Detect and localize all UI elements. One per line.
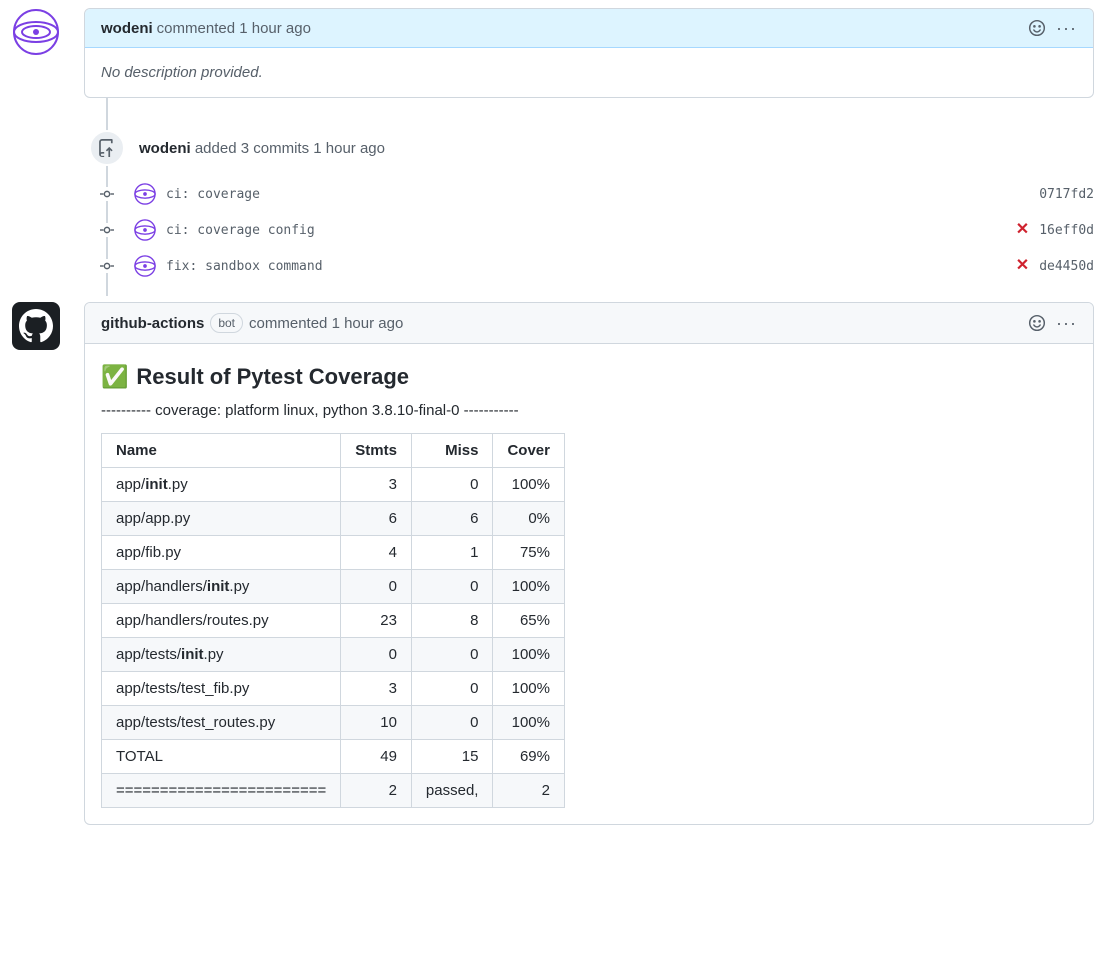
comment-body: ✅ Result of Pytest Coverage ---------- c…: [85, 344, 1093, 824]
cell-miss: 0: [411, 672, 493, 706]
comment-author[interactable]: github-actions: [101, 315, 204, 332]
cell-miss: 0: [411, 570, 493, 604]
cell-stmts: 6: [341, 502, 412, 536]
cell-name: app/handlers/init.py: [102, 570, 341, 604]
cell-name: TOTAL: [102, 740, 341, 774]
event-time: 1 hour ago: [313, 140, 385, 157]
commit-sha[interactable]: 16eff0d: [1039, 223, 1094, 238]
avatar[interactable]: [12, 8, 60, 56]
comment-meta: commented 1 hour ago: [249, 315, 403, 332]
status-fail-icon[interactable]: ✕: [1016, 222, 1029, 238]
coverage-table: Name Stmts Miss Cover app/init.py30100%a…: [101, 433, 565, 808]
cell-stmts: 2: [341, 774, 412, 808]
table-row: app/handlers/routes.py23865%: [102, 604, 565, 638]
cell-miss: 0: [411, 706, 493, 740]
comment-box: wodeni commented 1 hour ago ··· No descr: [84, 8, 1094, 98]
commit-message[interactable]: ci: coverage config: [166, 223, 315, 238]
no-description-text: No description provided.: [101, 64, 263, 81]
check-icon: ✅: [101, 364, 128, 390]
commit-sha[interactable]: de4450d: [1039, 259, 1094, 274]
cell-cover: 65%: [493, 604, 565, 638]
table-row: app/fib.py4175%: [102, 536, 565, 570]
commit-row: ci: coverage 0717fd2: [84, 176, 1094, 212]
cell-miss: passed,: [411, 774, 493, 808]
table-row: app/handlers/init.py00100%: [102, 570, 565, 604]
cell-cover: 69%: [493, 740, 565, 774]
kebab-icon[interactable]: ···: [1056, 314, 1077, 332]
coverage-title: ✅ Result of Pytest Coverage: [101, 364, 1077, 390]
table-row: app/tests/test_fib.py30100%: [102, 672, 565, 706]
cell-cover: 0%: [493, 502, 565, 536]
coverage-caption: ---------- coverage: platform linux, pyt…: [101, 402, 1077, 419]
cell-stmts: 23: [341, 604, 412, 638]
table-row: app/init.py30100%: [102, 468, 565, 502]
cell-cover: 75%: [493, 536, 565, 570]
cell-cover: 100%: [493, 468, 565, 502]
cell-miss: 0: [411, 468, 493, 502]
kebab-icon[interactable]: ···: [1056, 19, 1077, 37]
commit-avatar[interactable]: [134, 219, 156, 241]
table-row: TOTAL491569%: [102, 740, 565, 774]
cell-cover: 100%: [493, 706, 565, 740]
cell-name: ========================: [102, 774, 341, 808]
table-row: app/tests/test_routes.py100100%: [102, 706, 565, 740]
table-row: app/app.py660%: [102, 502, 565, 536]
cell-stmts: 0: [341, 638, 412, 672]
table-row: ========================2passed,2: [102, 774, 565, 808]
bot-badge: bot: [210, 313, 243, 333]
commit-icon: [100, 187, 114, 201]
cell-stmts: 3: [341, 468, 412, 502]
commit-row: fix: sandbox command ✕ de4450d: [84, 248, 1094, 284]
cell-name: app/tests/test_fib.py: [102, 672, 341, 706]
cell-cover: 2: [493, 774, 565, 808]
commit-icon: [100, 223, 114, 237]
comment-body: No description provided.: [85, 48, 1093, 97]
comment-header: github-actions bot commented 1 hour ago …: [85, 303, 1093, 344]
commit-avatar[interactable]: [134, 255, 156, 277]
cell-miss: 15: [411, 740, 493, 774]
commit-sha[interactable]: 0717fd2: [1039, 187, 1094, 202]
cell-stmts: 3: [341, 672, 412, 706]
cell-miss: 6: [411, 502, 493, 536]
status-fail-icon[interactable]: ✕: [1016, 258, 1029, 274]
emoji-icon[interactable]: [1028, 314, 1046, 332]
comment-header: wodeni commented 1 hour ago ···: [85, 9, 1093, 48]
cell-miss: 8: [411, 604, 493, 638]
commit-message[interactable]: ci: coverage: [166, 187, 260, 202]
cell-name: app/tests/test_routes.py: [102, 706, 341, 740]
cell-name: app/tests/init.py: [102, 638, 341, 672]
push-event: wodeni added 3 commits 1 hour ago: [84, 130, 1094, 166]
cell-name: app/fib.py: [102, 536, 341, 570]
avatar[interactable]: [12, 302, 60, 350]
cell-stmts: 10: [341, 706, 412, 740]
commit-row: ci: coverage config ✕ 16eff0d: [84, 212, 1094, 248]
cell-name: app/app.py: [102, 502, 341, 536]
cell-stmts: 4: [341, 536, 412, 570]
comment-box: github-actions bot commented 1 hour ago …: [84, 302, 1094, 825]
col-stmts: Stmts: [341, 434, 412, 468]
event-text: added 3 commits: [195, 140, 309, 157]
col-cover: Cover: [493, 434, 565, 468]
cell-stmts: 49: [341, 740, 412, 774]
cell-miss: 1: [411, 536, 493, 570]
table-row: app/tests/init.py00100%: [102, 638, 565, 672]
cell-cover: 100%: [493, 570, 565, 604]
commit-avatar[interactable]: [134, 183, 156, 205]
commit-message[interactable]: fix: sandbox command: [166, 259, 323, 274]
event-author[interactable]: wodeni: [139, 140, 191, 157]
cell-stmts: 0: [341, 570, 412, 604]
cell-cover: 100%: [493, 638, 565, 672]
cell-miss: 0: [411, 638, 493, 672]
commit-icon: [100, 259, 114, 273]
comment-author[interactable]: wodeni: [101, 20, 153, 37]
cell-cover: 100%: [493, 672, 565, 706]
comment-meta: commented 1 hour ago: [157, 20, 311, 37]
repo-push-icon: [89, 130, 125, 166]
cell-name: app/handlers/routes.py: [102, 604, 341, 638]
cell-name: app/init.py: [102, 468, 341, 502]
col-name: Name: [102, 434, 341, 468]
col-miss: Miss: [411, 434, 493, 468]
emoji-icon[interactable]: [1028, 19, 1046, 37]
